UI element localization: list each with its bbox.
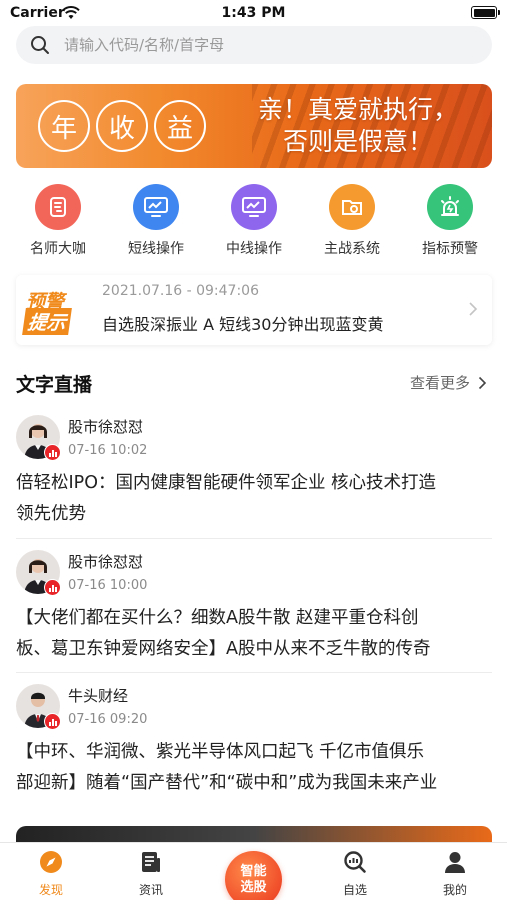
search-bar[interactable] [16,26,492,64]
tab-news[interactable]: 资讯 [116,849,186,898]
post-text-line: 倍轻松IPO：国内健康智能硬件领军企业 核心技术打造 [16,473,437,493]
post-text: 【中环、华润微、紫光半导体风口起飞 千亿市值俱乐 部迎新】随着“国产替代”和“碳… [16,737,492,799]
tab-profile[interactable]: 我的 [420,849,490,898]
post-time: 07-16 10:02 [68,443,148,458]
post-text: 【大佬们都在买什么？细数A股牛散 赵建平重仓科创 板、葛卫东钟爱网络安全】A股中… [16,603,492,665]
tab-label: 我的 [442,883,467,897]
author-name: 牛头财经 [68,687,129,705]
banner-slogan: 亲！真爱就执行， 否则是假意！ [240,94,476,158]
nav-label: 名师大咖 [30,241,86,257]
search-icon [31,36,49,54]
tab-label: 发现 [38,883,63,897]
monitor-chart-icon [133,184,179,230]
nav-label: 短线操作 [128,241,184,257]
smart-pick-label: 选股 [240,879,267,895]
nav-item-short-term[interactable]: 短线操作 [114,184,198,260]
post-time: 07-16 09:20 [68,712,148,727]
alarm-icon [427,184,473,230]
tab-bar: 发现 资讯 智能 选股 自选 我的 [0,842,507,900]
news-icon [138,849,164,875]
banner-circles: 年 收 益 [38,100,206,152]
battery-icon [471,6,500,19]
nav-item-main-system[interactable]: 主战系统 [310,184,394,260]
avatar-badge-icon [44,444,61,461]
banner-slogan-line: 否则是假意！ [282,127,433,156]
status-bar: Carrier 1:43 PM [0,0,507,26]
banner-circle-text: 年 [38,100,90,152]
view-more-label: 查看更多 [409,374,470,392]
chevron-right-icon [469,302,478,316]
chevron-right-icon [478,376,487,389]
post-text-line: 板、葛卫东钟爱网络安全】A股中从来不乏牛散的传奇 [16,639,431,659]
list-item[interactable]: 股市徐怼怼 07-16 10:00 【大佬们都在买什么？细数A股牛散 赵建平重仓… [16,538,492,672]
alert-badge: 预警 提示 [22,287,88,335]
author-name: 股市徐怼怼 [68,553,144,571]
quick-nav: 名师大咖 短线操作 中线操作 主战系统 指标预警 [16,184,492,260]
nav-label: 中线操作 [226,241,282,257]
nav-label: 指标预警 [422,241,478,257]
alert-text: 自选股深振业 A 短线30分钟出现蓝变黄 [102,315,384,334]
post-text-line: 【中环、华润微、紫光半导体风口起飞 千亿市值俱乐 [16,742,425,762]
view-more-link[interactable]: 查看更多 [410,372,487,393]
list-item[interactable]: 牛头财经 07-16 09:20 【中环、华润微、紫光半导体风口起飞 千亿市值俱… [16,672,492,812]
section-title: 文字直播 [16,374,93,396]
search-input[interactable] [64,26,464,64]
notebook-icon [35,184,81,230]
folder-gear-icon [329,184,375,230]
post-text-line: 领先优势 [16,504,86,524]
banner-slogan-line: 亲！真爱就执行， [257,95,458,124]
tab-discover[interactable]: 发现 [16,849,86,898]
avatar-badge-icon [44,713,61,730]
monitor-chart-icon [231,184,277,230]
alert-time: 2021.07.16 - 09:47:06 [102,283,259,299]
banner-circle-text: 益 [154,100,206,152]
alert-card[interactable]: 预警 提示 2021.07.16 - 09:47:06 自选股深振业 A 短线3… [16,275,492,345]
smart-pick-label: 智能 [240,863,267,879]
avatar-badge-icon [44,579,61,596]
post-time: 07-16 10:00 [68,578,148,593]
user-icon [442,849,468,875]
alert-badge-line: 提示 [22,308,72,335]
post-text-line: 部迎新】随着“国产替代”和“碳中和”成为我国未来产业 [16,773,438,793]
nav-item-mid-term[interactable]: 中线操作 [212,184,296,260]
nav-label: 主战系统 [324,241,380,257]
author-name: 股市徐怼怼 [68,418,144,436]
post-text-line: 【大佬们都在买什么？细数A股牛散 赵建平重仓科创 [16,608,419,628]
compass-icon [38,849,64,875]
tab-label: 资讯 [138,883,163,897]
clock: 1:43 PM [221,5,286,21]
promo-banner[interactable]: 年 收 益 亲！真爱就执行， 否则是假意！ [16,84,492,168]
tab-label: 自选 [342,883,367,897]
tab-watchlist[interactable]: 自选 [320,849,390,898]
smart-pick-button[interactable]: 智能 选股 [225,851,282,900]
banner-circle-text: 收 [96,100,148,152]
nav-item-indicator-alert[interactable]: 指标预警 [408,184,492,260]
post-text: 倍轻松IPO：国内健康智能硬件领军企业 核心技术打造 领先优势 [16,468,492,530]
chart-search-icon [342,849,368,875]
list-item[interactable]: 股市徐怼怼 07-16 10:02 倍轻松IPO：国内健康智能硬件领军企业 核心… [16,412,492,538]
nav-item-famous-teachers[interactable]: 名师大咖 [16,184,100,260]
